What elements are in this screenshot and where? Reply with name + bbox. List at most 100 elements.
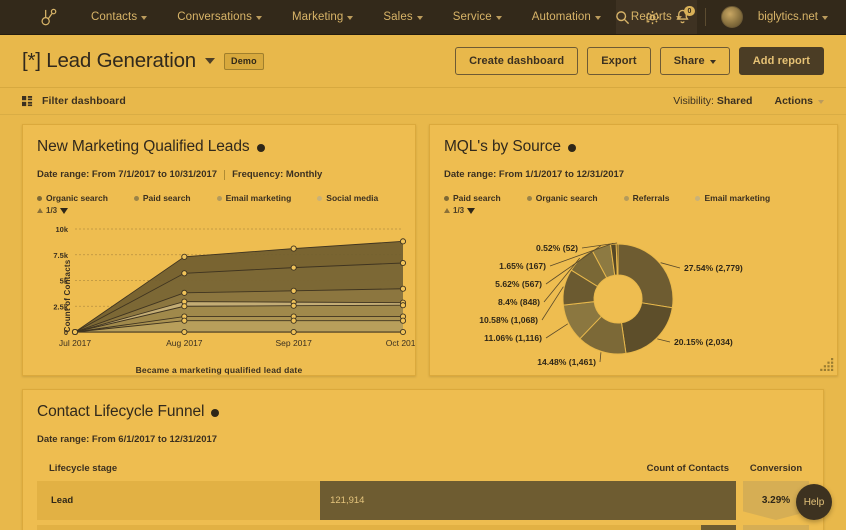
nav-item-service[interactable]: Service xyxy=(438,0,517,34)
legend-item-paid-search[interactable]: Paid search xyxy=(444,193,501,203)
card-title: Contact Lifecycle Funnel xyxy=(37,403,809,421)
card-header: MQL's by Source Date range: From 1/1/201… xyxy=(430,125,837,215)
funnel-bar-track xyxy=(37,525,736,530)
legend-label: Paid search xyxy=(142,193,191,203)
legend-item-referrals[interactable]: Referrals xyxy=(623,193,669,203)
triangle-up-icon[interactable] xyxy=(37,208,43,213)
card-header: Contact Lifecycle Funnel Date range: Fro… xyxy=(23,390,823,530)
bell-icon[interactable]: 0 xyxy=(675,6,695,25)
top-navigation-bar: Contacts Conversations Marketing Sales S… xyxy=(0,0,846,35)
help-button[interactable]: Help xyxy=(796,484,832,520)
chevron-down-icon xyxy=(495,16,502,20)
table-row[interactable]: 44.97% xyxy=(37,525,809,530)
legend-swatch xyxy=(37,195,42,201)
triangle-down-icon[interactable] xyxy=(60,207,69,214)
filter-bar: Filter dashboard Visibility: Shared Acti… xyxy=(0,88,846,115)
nav-item-marketing[interactable]: Marketing xyxy=(277,0,368,34)
button-label: Add report xyxy=(752,55,810,67)
legend-item-organic-search[interactable]: Organic search xyxy=(37,193,108,203)
column-header-count: Count of Contacts xyxy=(646,463,729,474)
add-report-button[interactable]: Add report xyxy=(738,47,824,75)
legend-item-email-marketing[interactable]: Email marketing xyxy=(216,193,292,203)
date-range-text: Date range: From 1/1/2017 to 12/31/2017 xyxy=(444,169,625,180)
filter-dashboard-control[interactable]: Filter dashboard xyxy=(22,95,126,107)
visibility-status: Visibility: Shared xyxy=(673,95,752,107)
nav-item-contacts[interactable]: Contacts xyxy=(76,0,162,34)
svg-text:1.65% (167): 1.65% (167) xyxy=(499,261,546,271)
legend-swatch xyxy=(623,195,629,201)
pager-label: 1/3 xyxy=(46,206,58,215)
divider xyxy=(224,169,226,180)
x-axis-label: Became a marketing qualified lead date xyxy=(135,365,303,375)
share-button[interactable]: Share xyxy=(659,47,730,75)
avatar[interactable] xyxy=(720,6,743,28)
gear-icon[interactable] xyxy=(645,10,660,25)
resize-handle-icon[interactable] xyxy=(820,358,834,372)
demo-badge: Demo xyxy=(224,52,264,70)
search-icon[interactable] xyxy=(615,10,630,25)
column-header-stage: Lifecycle stage xyxy=(49,463,118,474)
chevron-down-icon xyxy=(709,60,716,64)
nav-divider xyxy=(704,8,706,26)
svg-text:10.58% (1,068): 10.58% (1,068) xyxy=(479,315,538,325)
account-menu[interactable]: biglytics.net xyxy=(758,11,828,23)
card-mqls-by-source: MQL's by Source Date range: From 1/1/201… xyxy=(429,124,838,376)
triangle-down-icon[interactable] xyxy=(467,207,476,214)
chart-legend: Paid search Organic search Referrals Ema… xyxy=(444,193,823,203)
svg-text:0.52% (52): 0.52% (52) xyxy=(536,243,578,253)
legend-item-paid-search[interactable]: Paid search xyxy=(133,193,191,203)
donut-chart-canvas[interactable]: 27.54% (2,779) 20.15% (2,034) 14.48% (1,46… xyxy=(430,219,837,387)
chevron-down-icon xyxy=(256,16,262,20)
svg-text:8.4% (848): 8.4% (848) xyxy=(498,297,540,307)
triangle-up-icon[interactable] xyxy=(444,208,450,213)
chevron-down-icon xyxy=(416,16,423,20)
y-axis-label: Count of Contacts xyxy=(62,259,72,333)
info-dot-icon[interactable] xyxy=(567,144,576,152)
legend-label: Email marketing xyxy=(225,193,292,203)
table-row[interactable]: Lead 121,914 3.29% xyxy=(37,481,809,520)
date-range-text: Date range: From 6/1/2017 to 12/31/2017 xyxy=(37,434,218,445)
chevron-down-icon xyxy=(141,16,148,20)
create-dashboard-button[interactable]: Create dashboard xyxy=(455,47,579,75)
date-range-text: Date range: From 7/1/2017 to 10/31/2017 xyxy=(37,169,218,180)
nav-item-sales[interactable]: Sales xyxy=(368,0,437,34)
card-contact-lifecycle-funnel: Contact Lifecycle Funnel Date range: Fro… xyxy=(22,389,824,530)
page-title: [*] Lead Generation xyxy=(22,49,196,72)
funnel-conversion-value: 44.97% xyxy=(743,525,809,530)
chevron-down-icon xyxy=(594,16,601,20)
funnel-count-value: 121,914 xyxy=(330,495,365,506)
card-title-text: New Marketing Qualified Leads xyxy=(37,138,250,155)
hubspot-sprocket-logo-icon[interactable] xyxy=(22,7,76,27)
svg-text:Jul 2017: Jul 2017 xyxy=(59,338,91,348)
main-nav-items: Contacts Conversations Marketing Sales S… xyxy=(76,0,697,34)
export-button[interactable]: Export xyxy=(587,47,651,75)
info-dot-icon[interactable] xyxy=(256,144,265,152)
funnel-stage-label: Lead xyxy=(51,495,74,506)
svg-text:20.15% (2,034): 20.15% (2,034) xyxy=(674,337,733,347)
legend-pager: 1/3 xyxy=(37,206,401,215)
svg-text:14.48% (1,461): 14.48% (1,461) xyxy=(537,357,596,367)
button-label: Export xyxy=(601,55,637,67)
legend-item-social-media[interactable]: Social media xyxy=(317,193,378,203)
chevron-down-icon xyxy=(347,16,354,20)
account-name: biglytics.net xyxy=(757,11,818,23)
legend-item-email-marketing[interactable]: Email marketing xyxy=(695,193,770,203)
legend-label: Social media xyxy=(326,193,379,203)
actions-dropdown[interactable]: Actions xyxy=(774,95,824,107)
area-chart-canvas[interactable]: 02.5k5k7.5k10kJul 2017 Aug 2017 Sep 2017 Oc… xyxy=(23,217,420,362)
help-label: Help xyxy=(803,496,825,508)
nav-item-automation[interactable]: Automation xyxy=(517,0,616,34)
card-date-range: Date range: From 7/1/2017 to 10/31/2017 … xyxy=(37,169,401,180)
chevron-down-icon xyxy=(818,100,824,104)
legend-item-organic-search[interactable]: Organic search xyxy=(526,193,598,203)
funnel-bar-fill xyxy=(701,525,736,530)
chevron-down-icon[interactable] xyxy=(205,58,215,64)
nav-item-conversations[interactable]: Conversations xyxy=(162,0,277,34)
legend-label: Email marketing xyxy=(704,193,771,203)
info-dot-icon[interactable] xyxy=(211,409,220,417)
nav-item-label: Marketing xyxy=(292,11,344,23)
funnel-column-headers: Lifecycle stage Count of Contacts Conver… xyxy=(37,463,809,474)
legend-swatch xyxy=(133,195,139,201)
card-title: New Marketing Qualified Leads xyxy=(37,138,401,156)
chart-legend: Organic search Paid search Email marketi… xyxy=(37,193,401,203)
